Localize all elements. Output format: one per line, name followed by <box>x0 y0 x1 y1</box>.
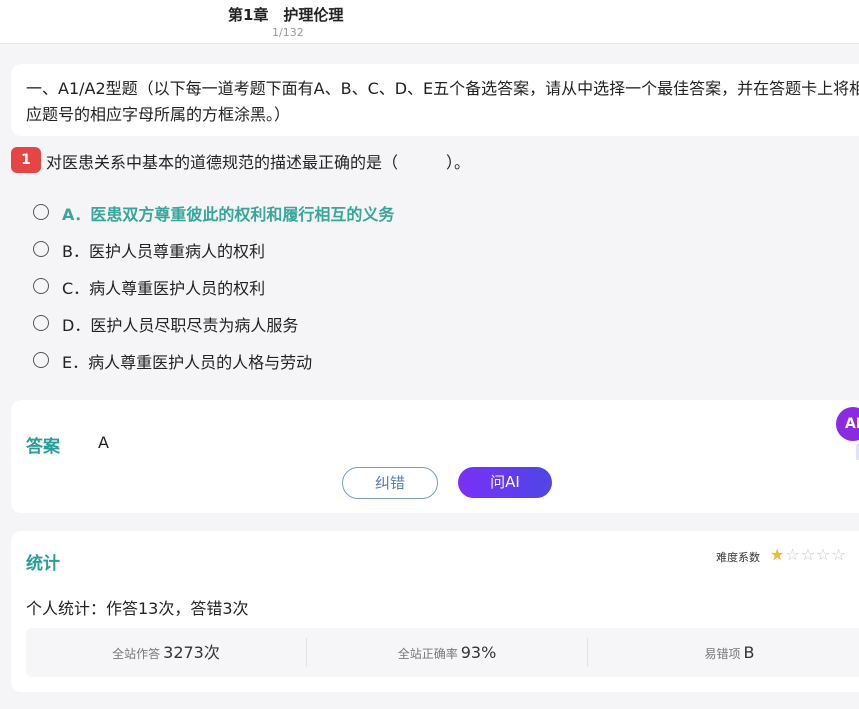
option-e[interactable]: E．病人尊重医护人员的人格与劳动 <box>31 348 631 376</box>
personal-stats: 个人统计：作答13次，答错3次 <box>26 599 249 618</box>
star-empty-icon: ☆ <box>831 545 847 564</box>
radio-circle-icon[interactable] <box>33 278 49 294</box>
site-accuracy: 全站正确率 93% <box>307 628 587 677</box>
option-b[interactable]: B．医护人员尊重病人的权利 <box>31 237 631 265</box>
question-text: 对医患关系中基本的道德规范的描述最正确的是（ ）。 <box>46 153 471 172</box>
chapter-title: 第1章 护理伦理 <box>228 6 344 24</box>
answer-label: 答案 <box>26 437 60 457</box>
star-empty-icon: ☆ <box>785 545 801 564</box>
top-bar: 第1章 护理伦理 1/132 <box>0 0 859 44</box>
site-attempts-value: 3273次 <box>163 643 220 662</box>
option-a[interactable]: A．医患双方尊重彼此的权利和履行相互的义务 <box>31 200 631 228</box>
radio-circle-icon[interactable] <box>33 315 49 331</box>
question-progress: 1/132 <box>272 26 304 39</box>
option-label: D．医护人员尽职尽责为病人服务 <box>62 316 299 335</box>
question-number-badge: 1 <box>11 147 41 173</box>
site-accuracy-label: 全站正确率 <box>397 647 458 661</box>
star-empty-icon: ☆ <box>800 545 817 564</box>
option-label: A．医患双方尊重彼此的权利和履行相互的义务 <box>62 205 395 224</box>
option-c[interactable]: C．病人尊重医护人员的权利 <box>31 274 631 302</box>
site-attempts-label: 全站作答 <box>112 647 161 661</box>
common-wrong: 易错项 B <box>588 628 859 677</box>
difficulty-stars: ★☆☆☆☆ <box>770 545 847 564</box>
radio-circle-icon[interactable] <box>33 241 49 257</box>
common-wrong-label: 易错项 <box>704 647 741 661</box>
report-error-button[interactable]: 纠错 <box>342 467 438 499</box>
common-wrong-value: B <box>743 643 755 662</box>
stats-title: 统计 <box>26 554 60 574</box>
stats-card: 统计 难度系数 ★☆☆☆☆ 个人统计：作答13次，答错3次 全站作答 3273次 … <box>11 531 859 692</box>
option-d[interactable]: D．医护人员尽职尽责为病人服务 <box>31 311 631 339</box>
radio-circle-icon[interactable] <box>33 204 49 220</box>
option-label: B．医护人员尊重病人的权利 <box>62 242 265 261</box>
site-stats-bar: 全站作答 3273次 全站正确率 93% 易错项 B <box>26 628 859 677</box>
option-label: E．病人尊重医护人员的人格与劳动 <box>62 353 313 372</box>
star-filled-icon: ★ <box>770 545 786 564</box>
answer-card: 答案 A 纠错 问AI <box>11 400 859 513</box>
site-accuracy-value: 93% <box>460 643 497 662</box>
difficulty-label: 难度系数 <box>716 551 760 564</box>
radio-circle-icon[interactable] <box>33 352 49 368</box>
instruction-text: 一、A1/A2型题（以下每一道考题下面有A、B、C、D、E五个备选答案，请从中选… <box>26 79 859 124</box>
site-attempts: 全站作答 3273次 <box>26 628 306 677</box>
answer-value: A <box>98 433 109 452</box>
option-label: C．病人尊重医护人员的权利 <box>62 279 266 298</box>
star-empty-icon: ☆ <box>816 545 832 564</box>
ask-ai-button[interactable]: 问AI <box>458 467 552 498</box>
instruction-card: 一、A1/A2型题（以下每一道考题下面有A、B、C、D、E五个备选答案，请从中选… <box>11 64 859 136</box>
